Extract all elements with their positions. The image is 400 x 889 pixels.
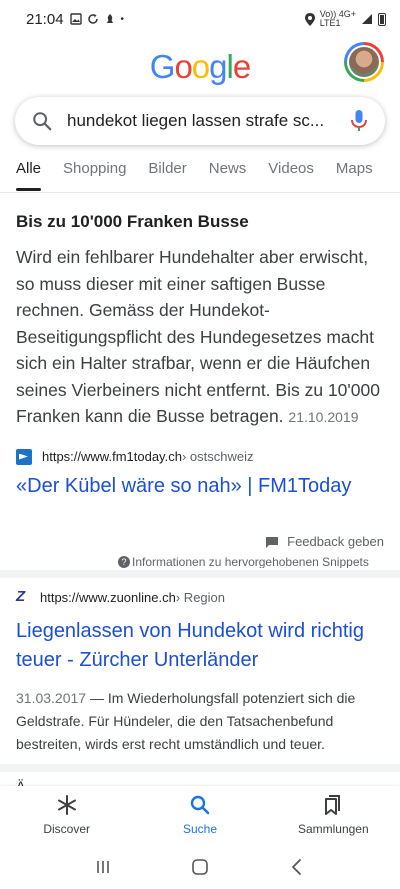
snippet-info-label: Informationen zu hervorgehobenen Snippet… [132, 556, 369, 568]
avatar[interactable] [344, 42, 384, 82]
snippet-source-url: https://www.fm1today.ch [42, 449, 182, 464]
tab-bilder[interactable]: Bilder [148, 160, 186, 188]
result-title-link[interactable]: Liegenlassen von Hundekot wird richtig t… [16, 617, 386, 675]
nav-discover[interactable]: Discover [0, 786, 133, 844]
tab-maps[interactable]: Maps [336, 160, 373, 188]
mic-icon[interactable] [349, 109, 369, 133]
asterisk-icon [57, 795, 76, 815]
feedback-icon [266, 536, 279, 548]
result-separator [0, 570, 400, 578]
search-icon [190, 795, 210, 815]
back-icon [291, 858, 301, 875]
snippet-title: Bis zu 10'000 Franken Busse [16, 212, 249, 231]
system-nav-bar [0, 844, 400, 889]
bottom-nav: Discover Suche Sammlungen [0, 786, 400, 844]
recent-apps-button[interactable] [93, 857, 113, 877]
home-icon [192, 858, 208, 875]
fm1today-favicon [16, 448, 32, 465]
app-notification-icon [106, 14, 113, 23]
logo-letter: e [232, 48, 251, 85]
search-tabs: Alle Shopping Bilder News Videos Maps [0, 160, 400, 191]
snippet-date: 21.10.2019 [288, 409, 359, 425]
result-source-path: › Region [175, 590, 225, 605]
nav-discover-label: Discover [43, 822, 90, 836]
result-description: 31.03.2017 — Im Wiederholungsfall potenz… [16, 687, 386, 756]
battery-icon [378, 12, 386, 26]
gallery-icon [69, 13, 82, 25]
logo-letter: o [174, 48, 192, 85]
tab-news[interactable]: News [209, 160, 247, 188]
more-dot-icon: • [120, 13, 125, 25]
back-button[interactable] [287, 857, 307, 877]
nav-suche-label: Suche [182, 822, 217, 836]
feedback-button[interactable]: Feedback geben [265, 534, 384, 549]
location-icon [304, 12, 315, 26]
snippet-body: Wird ein fehlbarer Hundehalter aber erwi… [16, 244, 386, 431]
featured-snippet: Bis zu 10'000 Franken Busse Wird ein feh… [16, 212, 386, 498]
nav-sammlungen-label: Sammlungen [297, 822, 369, 836]
sync-icon [87, 14, 98, 24]
help-icon: ? [118, 556, 130, 568]
status-time: 21:04 [26, 10, 64, 28]
home-button[interactable] [190, 857, 210, 877]
result-separator [0, 764, 400, 772]
tab-shopping[interactable]: Shopping [63, 160, 126, 188]
search-input[interactable]: hundekot liegen lassen strafe sc... [67, 111, 341, 131]
snippet-source[interactable]: https://www.fm1today.ch › ostschweiz [16, 448, 386, 465]
result-date: 31.03.2017 [16, 690, 87, 706]
recent-apps-icon [97, 860, 110, 873]
logo-letter: o [191, 48, 210, 85]
logo-letter: g [209, 48, 227, 85]
status-bar: 21:04 • Vo)) 4G+ LTE1 [0, 0, 400, 38]
snippet-info-link[interactable]: ? Informationen zu hervorgehobenen Snipp… [118, 556, 369, 568]
signal-icon [362, 14, 372, 24]
google-logo[interactable]: Google [0, 48, 400, 86]
bookmarks-icon [325, 795, 341, 815]
search-box[interactable]: hundekot liegen lassen strafe sc... [15, 97, 385, 145]
nav-suche[interactable]: Suche [133, 786, 266, 844]
notification-icons: • [69, 13, 125, 25]
tabs-divider [0, 192, 400, 193]
snippet-text: Wird ein fehlbarer Hundehalter aber erwi… [16, 247, 380, 426]
feedback-label: Feedback geben [287, 534, 384, 549]
search-icon[interactable] [31, 110, 53, 132]
next-result-partial: Ä [16, 778, 26, 786]
zuonline-favicon [16, 588, 30, 605]
result-source[interactable]: https://www.zuonline.ch › Region [16, 588, 386, 605]
search-result: https://www.zuonline.ch › Region Liegenl… [16, 588, 386, 756]
snippet-result-link[interactable]: «Der Kübel wäre so nah» | FM1Today [16, 475, 386, 498]
result-source-url: https://www.zuonline.ch [40, 590, 176, 605]
network-text: Vo)) 4G+ LTE1 [319, 9, 356, 28]
avatar-photo [349, 47, 379, 77]
nav-sammlungen[interactable]: Sammlungen [267, 786, 400, 844]
tab-alle[interactable]: Alle [16, 160, 42, 191]
snippet-source-path: › ostschweiz [181, 449, 254, 464]
header: Google [0, 40, 400, 96]
tab-videos[interactable]: Videos [268, 160, 314, 188]
logo-letter: G [149, 48, 176, 85]
